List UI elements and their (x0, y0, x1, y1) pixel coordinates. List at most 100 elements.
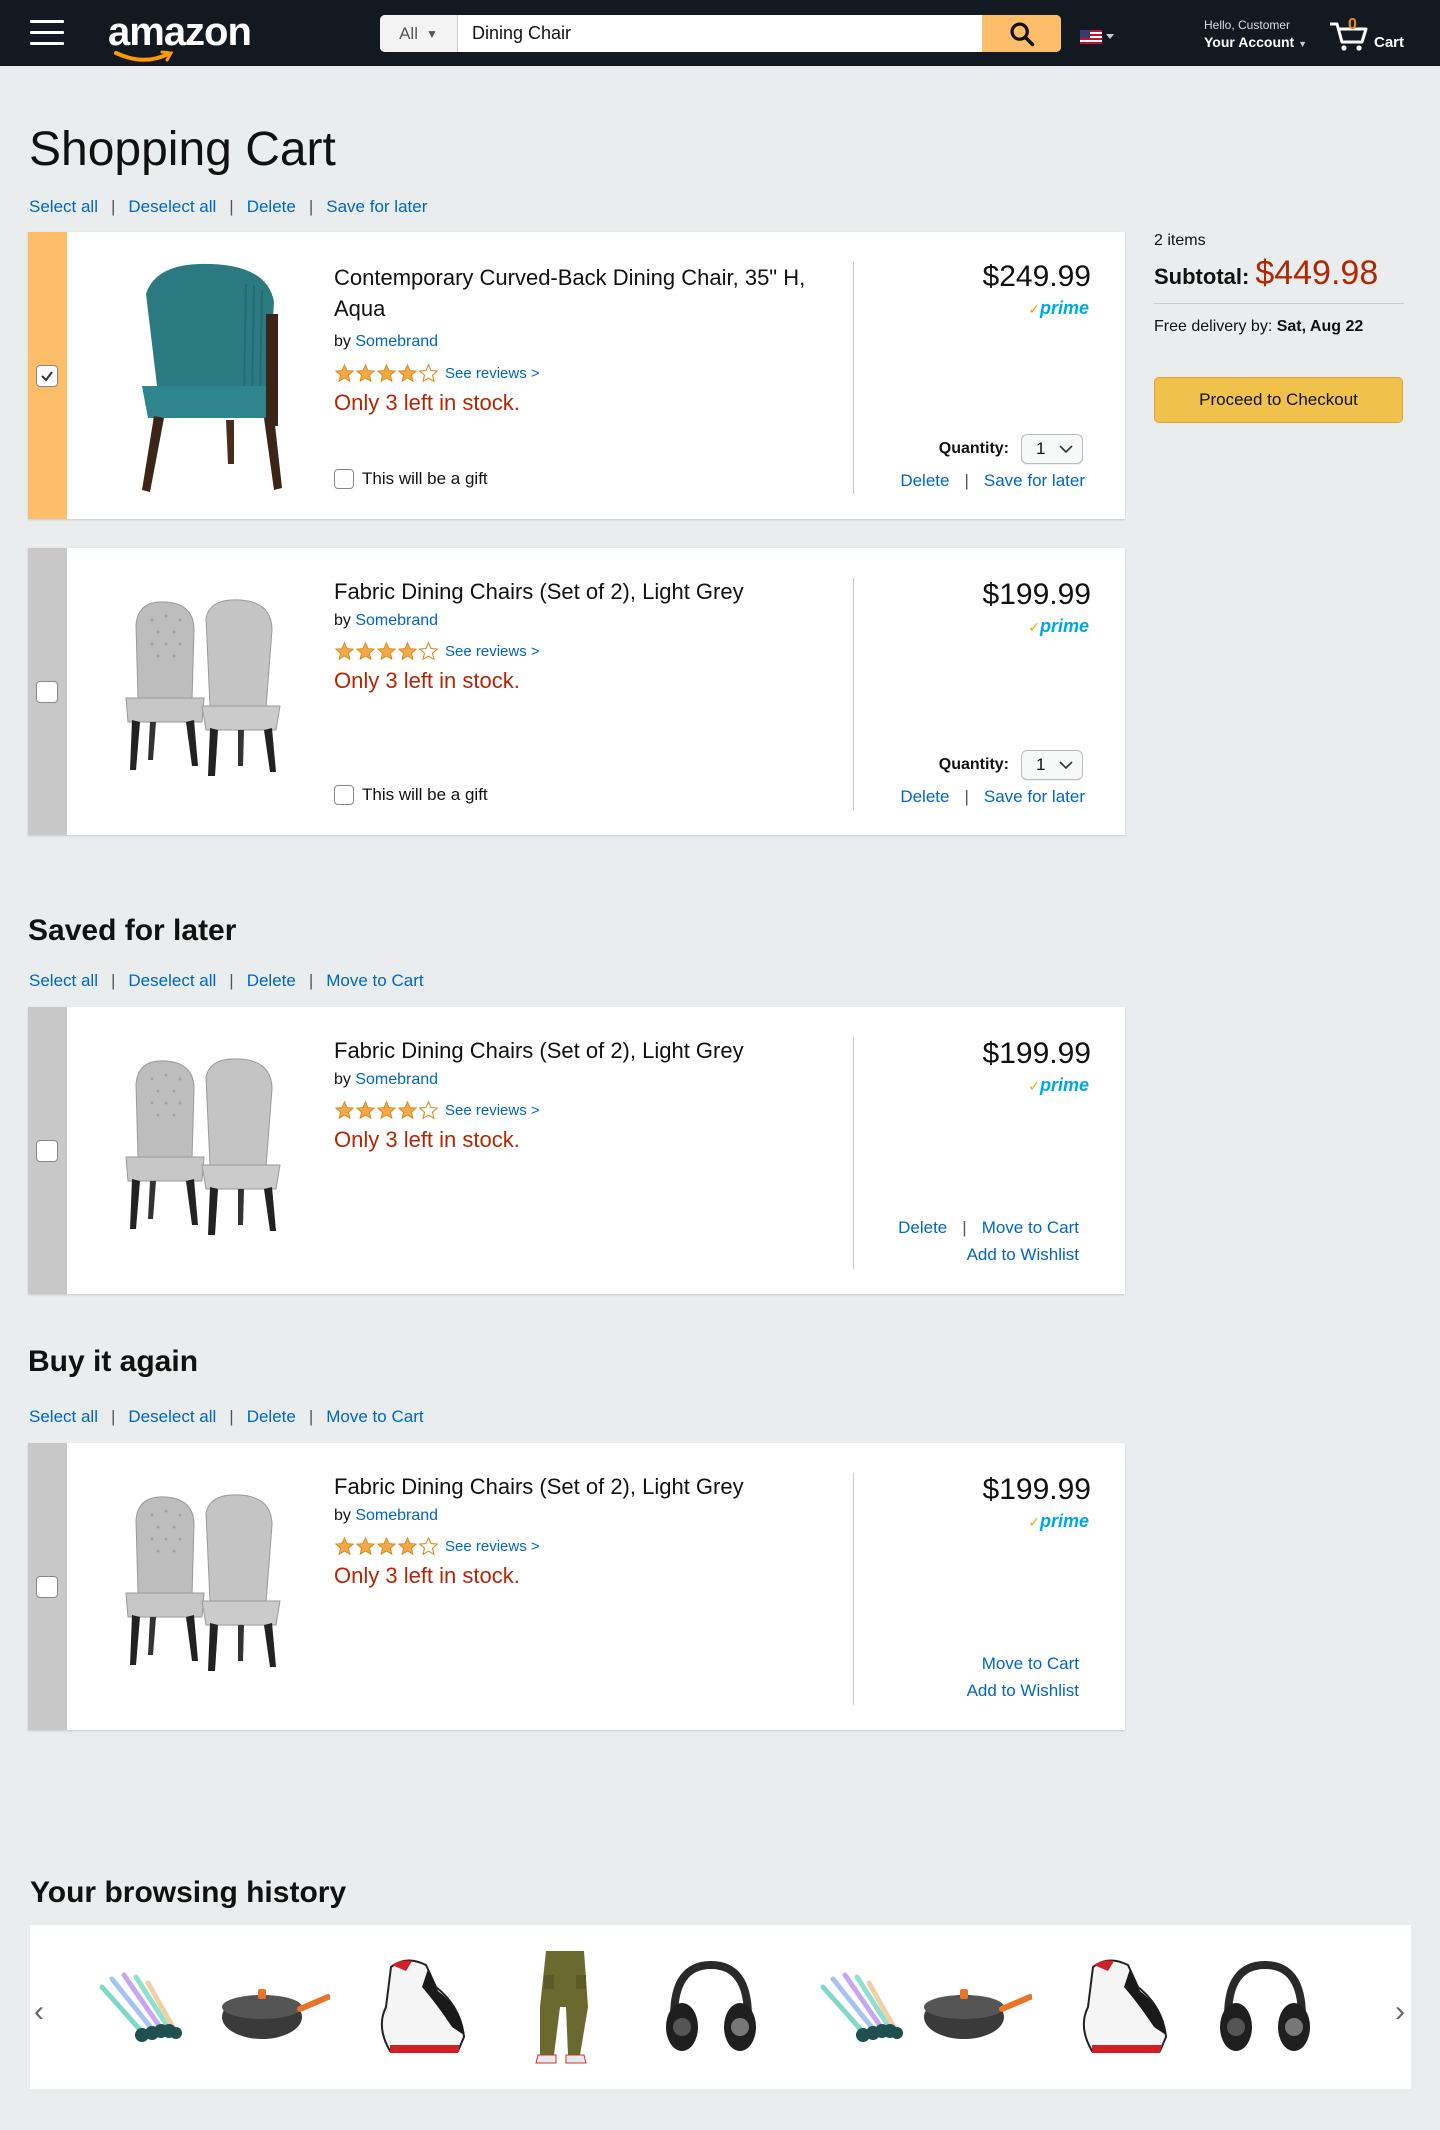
item-checkbox[interactable] (36, 1140, 58, 1162)
amazon-logo[interactable]: amazon (108, 10, 252, 55)
history-item-wok-pan[interactable] (220, 1947, 330, 2067)
brand-link[interactable]: Somebrand (355, 1507, 438, 1524)
divider: | (229, 971, 234, 990)
language-caret-icon[interactable] (1106, 34, 1114, 39)
history-item-makeup-brushes[interactable] (82, 1947, 192, 2067)
divider: | (962, 1218, 967, 1237)
proceed-to-checkout-button[interactable]: Proceed to Checkout (1154, 377, 1403, 423)
star-full-icon (334, 1100, 355, 1121)
product-title[interactable]: Contemporary Curved-Back Dining Chair, 3… (334, 262, 824, 324)
history-item-wok-pan[interactable] (922, 1947, 1032, 2067)
deselect-all-link[interactable]: Deselect all (128, 971, 216, 991)
brand-link[interactable]: Somebrand (355, 612, 438, 629)
product-image[interactable] (86, 254, 336, 499)
saved-bulk-actions: Select all | Deselect all | Delete | Move t… (29, 971, 424, 991)
see-reviews-link[interactable]: See reviews > (445, 1538, 540, 1555)
select-all-link[interactable]: Select all (29, 971, 98, 991)
history-item-makeup-brushes[interactable] (803, 1947, 913, 2067)
add-to-wishlist-link[interactable]: Add to Wishlist (967, 1681, 1079, 1701)
delivery-date: Sat, Aug 22 (1276, 318, 1364, 335)
see-reviews-link[interactable]: See reviews > (445, 643, 540, 660)
product-image[interactable] (86, 1465, 336, 1710)
select-all-link[interactable]: Select all (29, 1407, 98, 1427)
menu-icon[interactable] (30, 20, 64, 46)
star-rating: See reviews > (334, 1100, 540, 1121)
item-checkbox[interactable] (36, 681, 58, 703)
prime-label: prime (1039, 1511, 1089, 1531)
star-empty-icon (418, 363, 439, 384)
gift-checkbox[interactable] (334, 469, 354, 489)
subtotal: Subtotal: $449.98 (1154, 254, 1404, 293)
delete-link[interactable]: Delete (898, 1218, 947, 1238)
history-item-headphones[interactable] (1210, 1947, 1320, 2067)
star-full-icon (376, 1100, 397, 1121)
caret-down-icon: ▼ (426, 26, 438, 41)
select-all-link[interactable]: Select all (29, 197, 98, 217)
divider: | (308, 971, 314, 990)
move-to-cart-link[interactable]: Move to Cart (982, 1218, 1079, 1238)
add-to-wishlist-link[interactable]: Add to Wishlist (967, 1245, 1079, 1265)
subtotal-label: Subtotal: (1154, 264, 1250, 289)
move-to-cart-link[interactable]: Move to Cart (326, 971, 423, 991)
search-category-dropdown[interactable]: All ▼ (380, 15, 458, 52)
account-menu[interactable]: Hello, Customer Your Account ▼ (1204, 18, 1307, 50)
prime-label: prime (1039, 298, 1089, 318)
delete-link[interactable]: Delete (900, 471, 949, 491)
product-title[interactable]: Fabric Dining Chairs (Set of 2), Light G… (334, 576, 824, 607)
delete-link[interactable]: Delete (247, 971, 296, 991)
product-title[interactable]: Fabric Dining Chairs (Set of 2), Light G… (334, 1471, 824, 1502)
deselect-all-link[interactable]: Deselect all (128, 1407, 216, 1427)
delete-link[interactable]: Delete (247, 1407, 296, 1427)
by-label: by (334, 1071, 356, 1088)
save-for-later-link[interactable]: Save for later (984, 787, 1085, 807)
brand-link[interactable]: Somebrand (355, 1071, 438, 1088)
divider: | (964, 787, 969, 806)
delete-link[interactable]: Delete (247, 197, 296, 217)
history-item-headphones[interactable] (656, 1947, 766, 2067)
star-rating: See reviews > (334, 1536, 540, 1557)
product-image[interactable] (86, 570, 336, 815)
account-greeting: Hello, Customer (1204, 18, 1291, 32)
product-title[interactable]: Fabric Dining Chairs (Set of 2), Light G… (334, 1035, 824, 1066)
star-full-icon (376, 641, 397, 662)
product-image[interactable] (86, 1029, 336, 1274)
star-full-icon (334, 1536, 355, 1557)
star-full-icon (376, 363, 397, 384)
quantity-label: Quantity: (938, 440, 1009, 457)
prime-label: prime (1039, 616, 1089, 636)
move-to-cart-link[interactable]: Move to Cart (982, 1654, 1079, 1674)
quantity-dropdown[interactable]: 1 (1021, 750, 1083, 780)
product-price: $199.99 (982, 1037, 1091, 1070)
chevron-left-icon[interactable]: ‹ (34, 1995, 44, 2029)
stock-status: Only 3 left in stock. (334, 668, 520, 693)
quantity-dropdown[interactable]: 1 (1021, 434, 1083, 464)
deselect-all-link[interactable]: Deselect all (128, 197, 216, 217)
history-item-sneaker[interactable] (1068, 1947, 1178, 2067)
see-reviews-link[interactable]: See reviews > (445, 365, 540, 382)
star-full-icon (355, 1100, 376, 1121)
item-checkbox[interactable] (36, 1576, 58, 1598)
cart-label: Cart (1374, 34, 1405, 51)
star-rating: See reviews > (334, 363, 540, 384)
delete-link[interactable]: Delete (900, 787, 949, 807)
brand-link[interactable]: Somebrand (355, 333, 438, 350)
save-for-later-link[interactable]: Save for later (326, 197, 427, 217)
item-checkbox[interactable] (36, 365, 58, 387)
search-category-label: All (399, 23, 418, 43)
move-to-cart-link[interactable]: Move to Cart (326, 1407, 423, 1427)
history-item-sneaker[interactable] (366, 1947, 476, 2067)
divider: | (964, 471, 969, 490)
history-item-cargo-pants[interactable] (510, 1947, 620, 2067)
quantity-label: Quantity: (938, 756, 1009, 773)
stock-status: Only 3 left in stock. (334, 1127, 520, 1152)
search-button[interactable] (982, 15, 1061, 52)
save-for-later-link[interactable]: Save for later (984, 471, 1085, 491)
us-flag-icon[interactable] (1080, 30, 1102, 44)
buy-again-bulk-actions: Select all | Deselect all | Delete | Move t… (29, 1407, 424, 1427)
see-reviews-link[interactable]: See reviews > (445, 1102, 540, 1119)
search-input[interactable] (458, 15, 982, 52)
gift-checkbox[interactable] (334, 785, 354, 805)
cart-button[interactable]: 0 Cart (1328, 16, 1408, 54)
divider: | (229, 197, 234, 216)
chevron-right-icon[interactable]: › (1395, 1995, 1405, 2029)
